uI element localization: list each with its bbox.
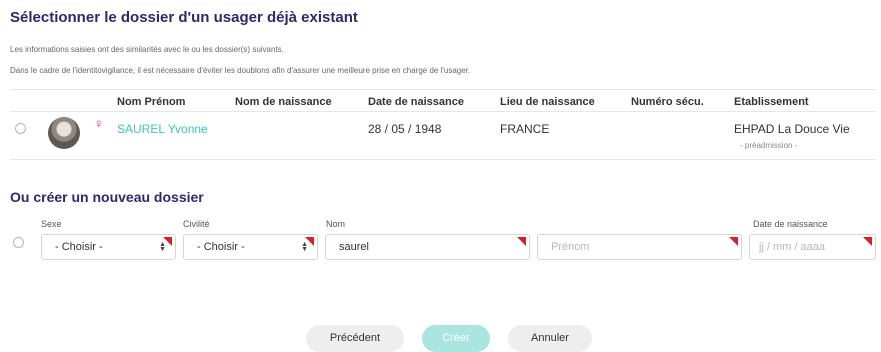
previous-button[interactable]: Précédent — [306, 325, 404, 352]
sexe-select[interactable]: - Choisir - ▲ ▼ — [41, 234, 176, 260]
birth-date-cell: 28 / 05 / 1948 — [368, 122, 442, 136]
column-header-name: Nom Prénom — [117, 96, 186, 108]
cancel-button[interactable]: Annuler — [508, 325, 592, 352]
required-marker-icon — [517, 237, 526, 246]
civilite-select[interactable]: - Choisir - ▲ ▼ — [183, 234, 318, 260]
column-header-birth-name: Nom de naissance — [235, 96, 332, 108]
table-top-divider — [10, 89, 876, 90]
select-existing-radio[interactable] — [15, 123, 26, 134]
birth-date-placeholder: jj / mm / aaaa — [759, 241, 826, 253]
birth-date-label: Date de naissance — [753, 219, 828, 229]
nom-input-value: saurel — [339, 241, 369, 253]
nom-label: Nom — [326, 219, 346, 229]
sexe-select-value: - Choisir - — [55, 241, 103, 253]
select-existing-title: Sélectionner le dossier d'un usager déjà… — [10, 9, 358, 26]
identitovigilance-info-text: Dans le cadre de l'identitovigilance, il… — [10, 66, 471, 75]
similarity-info-text: Les informations saisies ont des similar… — [10, 45, 284, 54]
table-header-divider — [10, 111, 876, 112]
avatar — [48, 117, 80, 149]
required-marker-icon — [163, 237, 172, 246]
patient-name-link[interactable]: SAUREL Yvonne — [117, 122, 208, 136]
female-icon: ♀ — [94, 116, 104, 131]
column-header-birth-date: Date de naissance — [368, 96, 464, 108]
prenom-placeholder: Prénom — [551, 241, 590, 253]
establishment-status: - préadmission - — [740, 141, 798, 150]
column-header-birth-place: Lieu de naissance — [500, 96, 595, 108]
civilite-select-value: - Choisir - — [197, 241, 245, 253]
column-header-establishment: Etablissement — [734, 96, 809, 108]
column-header-ssn: Numéro sécu. — [631, 96, 704, 108]
sexe-label: Sexe — [41, 219, 62, 229]
required-marker-icon — [305, 237, 314, 246]
create-new-title: Ou créer un nouveau dossier — [10, 189, 204, 205]
establishment-cell: EHPAD La Douce Vie — [734, 122, 850, 136]
required-marker-icon — [729, 237, 738, 246]
nom-input[interactable]: saurel — [325, 234, 530, 260]
civilite-label: Civilité — [183, 219, 210, 229]
table-bottom-divider — [10, 159, 876, 160]
create-button[interactable]: Créer — [422, 325, 490, 352]
prenom-input[interactable]: Prénom — [537, 234, 742, 260]
create-new-radio[interactable] — [13, 237, 24, 248]
required-marker-icon — [863, 237, 872, 246]
birth-place-cell: FRANCE — [500, 122, 550, 136]
birth-date-input[interactable]: jj / mm / aaaa — [749, 234, 876, 260]
